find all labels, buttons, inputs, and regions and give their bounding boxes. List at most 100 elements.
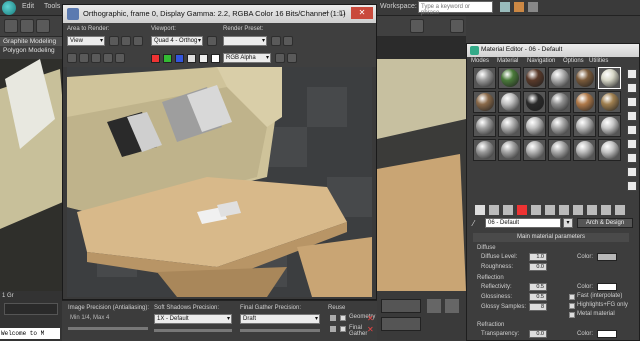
- close-button[interactable]: ✕: [351, 7, 373, 19]
- material-slot[interactable]: [473, 67, 496, 89]
- copy-material-icon[interactable]: [531, 205, 541, 215]
- final-gather-checkbox[interactable]: [340, 326, 346, 332]
- viewport-dropdown[interactable]: Quad 4 - Orthog: [151, 36, 203, 46]
- material-type-button[interactable]: Arch & Design: [577, 218, 633, 228]
- background-color-swatch[interactable]: [211, 54, 220, 63]
- material-name-field[interactable]: 06 - Default: [485, 218, 561, 228]
- material-slot[interactable]: [548, 115, 571, 137]
- area-to-render-dropdown[interactable]: View: [67, 36, 105, 46]
- material-slot[interactable]: [523, 139, 546, 161]
- sample-type-icon[interactable]: [627, 69, 637, 79]
- reflection-color-swatch[interactable]: [597, 283, 617, 291]
- bind-icon[interactable]: [36, 19, 50, 33]
- uv-tiling-icon[interactable]: [627, 111, 637, 121]
- minimize-button[interactable]: –: [320, 7, 334, 19]
- get-material-icon[interactable]: [475, 205, 485, 215]
- material-slot[interactable]: [573, 67, 596, 89]
- panel-toggle-icon[interactable]: [287, 53, 297, 63]
- clear-geometry-icon[interactable]: ✕: [367, 314, 374, 323]
- star-icon[interactable]: [514, 2, 524, 12]
- max-logo-icon[interactable]: [2, 1, 16, 15]
- put-to-scene-icon[interactable]: [489, 205, 499, 215]
- reflection-glossiness-input[interactable]: 0.5: [529, 293, 547, 301]
- blue-channel-icon[interactable]: [175, 54, 184, 63]
- go-to-parent-icon[interactable]: [615, 205, 625, 215]
- channel-dropdown[interactable]: RGB Alpha: [223, 53, 271, 63]
- menu-tools[interactable]: Tools: [44, 3, 60, 10]
- save-image-icon[interactable]: [67, 53, 77, 63]
- search-input[interactable]: Type a keyword or phrase: [418, 1, 493, 16]
- selection-set-icon[interactable]: [410, 19, 424, 33]
- crop-icon[interactable]: [133, 36, 143, 46]
- print-icon[interactable]: [103, 53, 113, 63]
- material-slot[interactable]: [598, 139, 621, 161]
- params-header[interactable]: Main material parameters: [473, 233, 629, 242]
- show-end-result-icon[interactable]: [601, 205, 611, 215]
- image-precision-slider[interactable]: [68, 327, 148, 330]
- fast-interpolate-checkbox[interactable]: [569, 294, 575, 300]
- material-slot[interactable]: [573, 91, 596, 113]
- show-map-icon[interactable]: [587, 205, 597, 215]
- menu-utilities[interactable]: Utilities: [589, 58, 608, 64]
- material-slot[interactable]: [498, 91, 521, 113]
- refraction-color-swatch[interactable]: [597, 330, 617, 338]
- auto-key-button[interactable]: [381, 299, 421, 313]
- material-slot[interactable]: [548, 67, 571, 89]
- material-navigator-icon[interactable]: [627, 181, 637, 191]
- geometry-checkbox[interactable]: [340, 315, 346, 321]
- render-setup-icon[interactable]: [271, 36, 281, 46]
- play-icon[interactable]: [427, 299, 441, 313]
- roughness-input[interactable]: 0.0: [529, 263, 547, 271]
- material-id-icon[interactable]: [573, 205, 583, 215]
- graph-editor-icon[interactable]: [450, 19, 464, 33]
- material-slot[interactable]: [598, 67, 621, 89]
- clear-icon[interactable]: [115, 53, 125, 63]
- clear-fg-icon[interactable]: ✕: [367, 325, 374, 334]
- link-icon[interactable]: [4, 19, 18, 33]
- material-slot[interactable]: [498, 67, 521, 89]
- menu-navigation[interactable]: Navigation: [527, 58, 555, 64]
- lock-viewport-icon[interactable]: [207, 36, 217, 46]
- material-slot[interactable]: [598, 91, 621, 113]
- zoom-icon[interactable]: [445, 299, 459, 313]
- make-unique-icon[interactable]: [545, 205, 555, 215]
- material-slot[interactable]: [473, 139, 496, 161]
- environment-icon[interactable]: [283, 36, 293, 46]
- material-slot[interactable]: [573, 139, 596, 161]
- menu-modes[interactable]: Modes: [471, 58, 489, 64]
- video-color-icon[interactable]: [627, 125, 637, 135]
- auto-region-icon[interactable]: [121, 36, 131, 46]
- transparency-input[interactable]: 0.0: [529, 330, 547, 338]
- red-channel-icon[interactable]: [151, 54, 160, 63]
- set-key-button[interactable]: [381, 317, 421, 331]
- unlink-icon[interactable]: [20, 19, 34, 33]
- search-icon[interactable]: [500, 2, 510, 12]
- mono-channel-icon[interactable]: [199, 54, 208, 63]
- alpha-channel-icon[interactable]: [187, 54, 196, 63]
- clone-frame-icon[interactable]: [91, 53, 101, 63]
- material-slot[interactable]: [598, 115, 621, 137]
- diffuse-level-input[interactable]: 1.0: [529, 253, 547, 261]
- timeline[interactable]: [4, 303, 58, 315]
- menu-options[interactable]: Options: [563, 58, 584, 64]
- options-icon[interactable]: [627, 153, 637, 163]
- display-toggle-icon[interactable]: [275, 53, 285, 63]
- edit-region-icon[interactable]: [109, 36, 119, 46]
- green-channel-icon[interactable]: [163, 54, 172, 63]
- select-by-material-icon[interactable]: [627, 167, 637, 177]
- material-slot[interactable]: [473, 91, 496, 113]
- copy-image-icon[interactable]: [79, 53, 89, 63]
- reset-map-icon[interactable]: [517, 205, 527, 215]
- material-slot[interactable]: [573, 115, 596, 137]
- render-preset-dropdown[interactable]: [223, 36, 267, 46]
- lock-icon[interactable]: [330, 326, 336, 332]
- material-slot[interactable]: [498, 139, 521, 161]
- metal-material-checkbox[interactable]: [569, 312, 575, 318]
- background-icon[interactable]: [627, 97, 637, 107]
- put-to-library-icon[interactable]: [559, 205, 569, 215]
- soft-shadows-slider[interactable]: [154, 329, 232, 332]
- final-gather-slider[interactable]: [240, 329, 320, 332]
- material-slot[interactable]: [548, 91, 571, 113]
- menu-material[interactable]: Material: [497, 58, 518, 64]
- reflectivity-input[interactable]: 0.5: [529, 283, 547, 291]
